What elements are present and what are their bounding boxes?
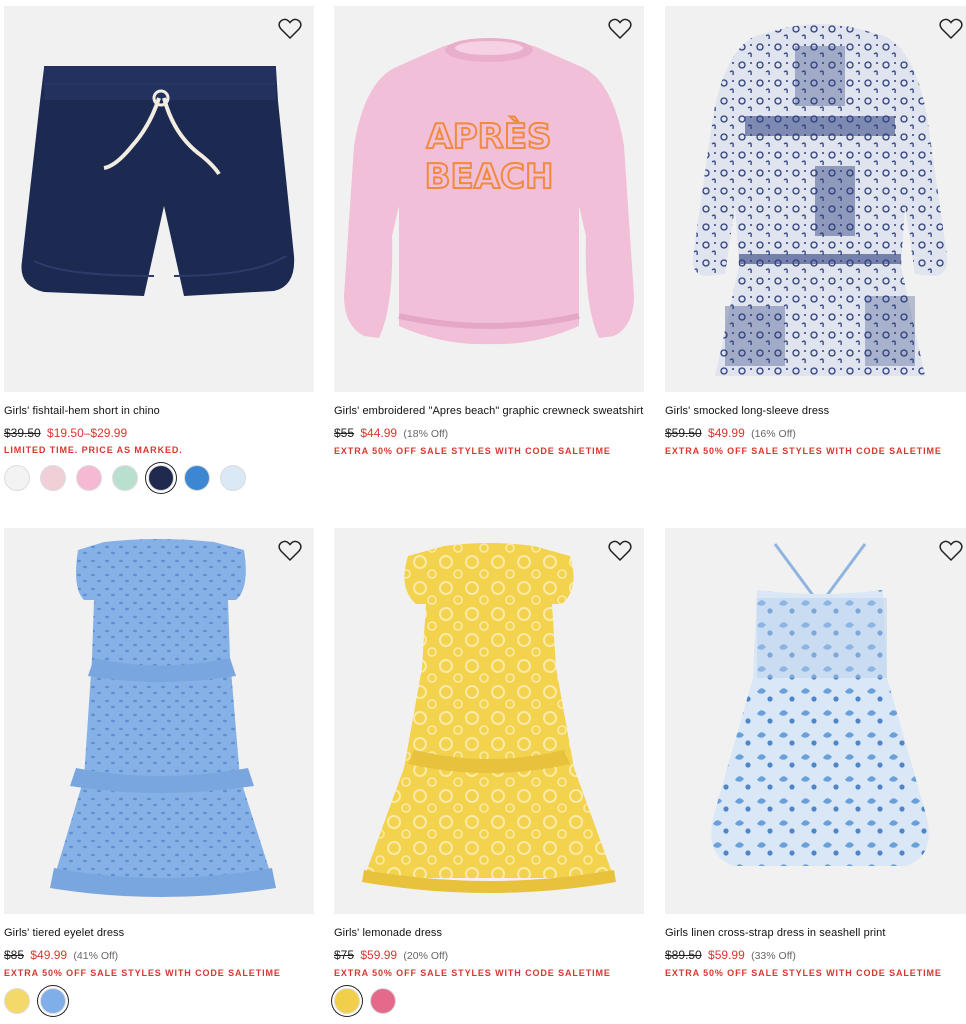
color-swatches [334,988,644,1014]
product-name[interactable]: Girls' embroidered "Apres beach" graphic… [334,404,644,419]
color-swatch[interactable] [370,988,396,1014]
promo-text: EXTRA 50% OFF SALE STYLES WITH CODE SALE… [665,446,942,456]
seashell-dress-image [711,543,929,866]
color-swatch[interactable] [4,465,30,491]
original-price: $75 [334,948,355,962]
sweatshirt-image: APRÈS BEACH [344,38,634,345]
eyelet-dress-image [50,539,276,897]
color-swatches [4,465,314,491]
favorite-heart-icon[interactable] [939,18,963,40]
favorite-heart-icon[interactable] [278,18,302,40]
product-image[interactable] [334,528,644,914]
promo-text: EXTRA 50% OFF SALE STYLES WITH CODE SALE… [4,968,281,978]
sale-price: $49.99 [708,426,745,440]
lemonade-dress-image [362,543,616,893]
promo-text: EXTRA 50% OFF SALE STYLES WITH CODE SALE… [334,446,611,456]
favorite-heart-icon[interactable] [939,540,963,562]
graphic-text-line1: APRÈS [426,116,551,157]
original-price: $89.50 [665,948,702,962]
product-card[interactable]: Girls' tiered eyelet dress $85 $49.99 (4… [4,528,314,1014]
sale-price: $19.50–$29.99 [47,426,128,440]
color-swatch[interactable] [76,465,102,491]
product-name[interactable]: Girls' lemonade dress [334,926,644,941]
product-card[interactable]: Girls' lemonade dress $75 $59.99 (20% Of… [334,528,644,1014]
product-name[interactable]: Girls' tiered eyelet dress [4,926,314,941]
sale-price: $49.99 [30,948,68,962]
product-image[interactable] [4,6,314,392]
price-row: $89.50 $59.99 (33% Off) [665,947,966,964]
price-row: $85 $49.99 (41% Off) [4,947,314,964]
favorite-heart-icon[interactable] [608,540,632,562]
price-row: $59.50 $49.99 (16% Off) [665,425,966,442]
original-price: $59.50 [665,426,702,440]
product-name[interactable]: Girls' fishtail-hem short in chino [4,404,314,419]
color-swatch-selected[interactable] [334,988,360,1014]
product-card[interactable]: Girls' smocked long-sleeve dress $59.50 … [665,6,966,457]
promo-text: EXTRA 50% OFF SALE STYLES WITH CODE SALE… [665,968,942,978]
discount-percent: (16% Off) [751,428,796,440]
color-swatch-selected[interactable] [40,988,66,1014]
product-card[interactable]: Girls' fishtail-hem short in chino $39.5… [4,6,314,491]
product-name[interactable]: Girls linen cross-strap dress in seashel… [665,926,966,941]
price-row: $39.50 $19.50–$29.99 [4,425,314,441]
favorite-heart-icon[interactable] [608,18,632,40]
discount-percent: (33% Off) [751,950,796,962]
discount-percent: (41% Off) [73,950,119,962]
color-swatches [4,988,314,1014]
price-row: $75 $59.99 (20% Off) [334,947,644,964]
favorite-heart-icon[interactable] [278,540,302,562]
color-swatch[interactable] [4,988,30,1014]
original-price: $55 [334,426,355,440]
color-swatch[interactable] [112,465,138,491]
product-image[interactable] [4,528,314,914]
product-card[interactable]: Girls linen cross-strap dress in seashel… [665,528,966,979]
discount-percent: (20% Off) [403,950,449,962]
sale-price: $44.99 [360,426,398,440]
color-swatch[interactable] [40,465,66,491]
color-swatch-selected[interactable] [148,465,174,491]
discount-percent: (18% Off) [403,428,449,440]
product-image[interactable]: APRÈS BEACH [334,6,644,392]
promo-text: LIMITED TIME. PRICE AS MARKED. [4,445,183,455]
price-row: $55 $44.99 (18% Off) [334,425,644,442]
paisley-dress-image [692,24,948,376]
graphic-text-line2: BEACH [425,157,554,197]
sale-price: $59.99 [360,948,398,962]
original-price: $39.50 [4,426,41,440]
color-swatch[interactable] [220,465,246,491]
product-image[interactable] [665,528,966,914]
sale-price: $59.99 [708,948,745,962]
promo-text: EXTRA 50% OFF SALE STYLES WITH CODE SALE… [334,968,611,978]
shorts-image [21,66,295,296]
product-image[interactable] [665,6,966,392]
product-card[interactable]: APRÈS BEACH Girls' embroidered "Apres be… [334,6,644,457]
color-swatch[interactable] [184,465,210,491]
original-price: $85 [4,948,25,962]
product-name[interactable]: Girls' smocked long-sleeve dress [665,404,966,419]
